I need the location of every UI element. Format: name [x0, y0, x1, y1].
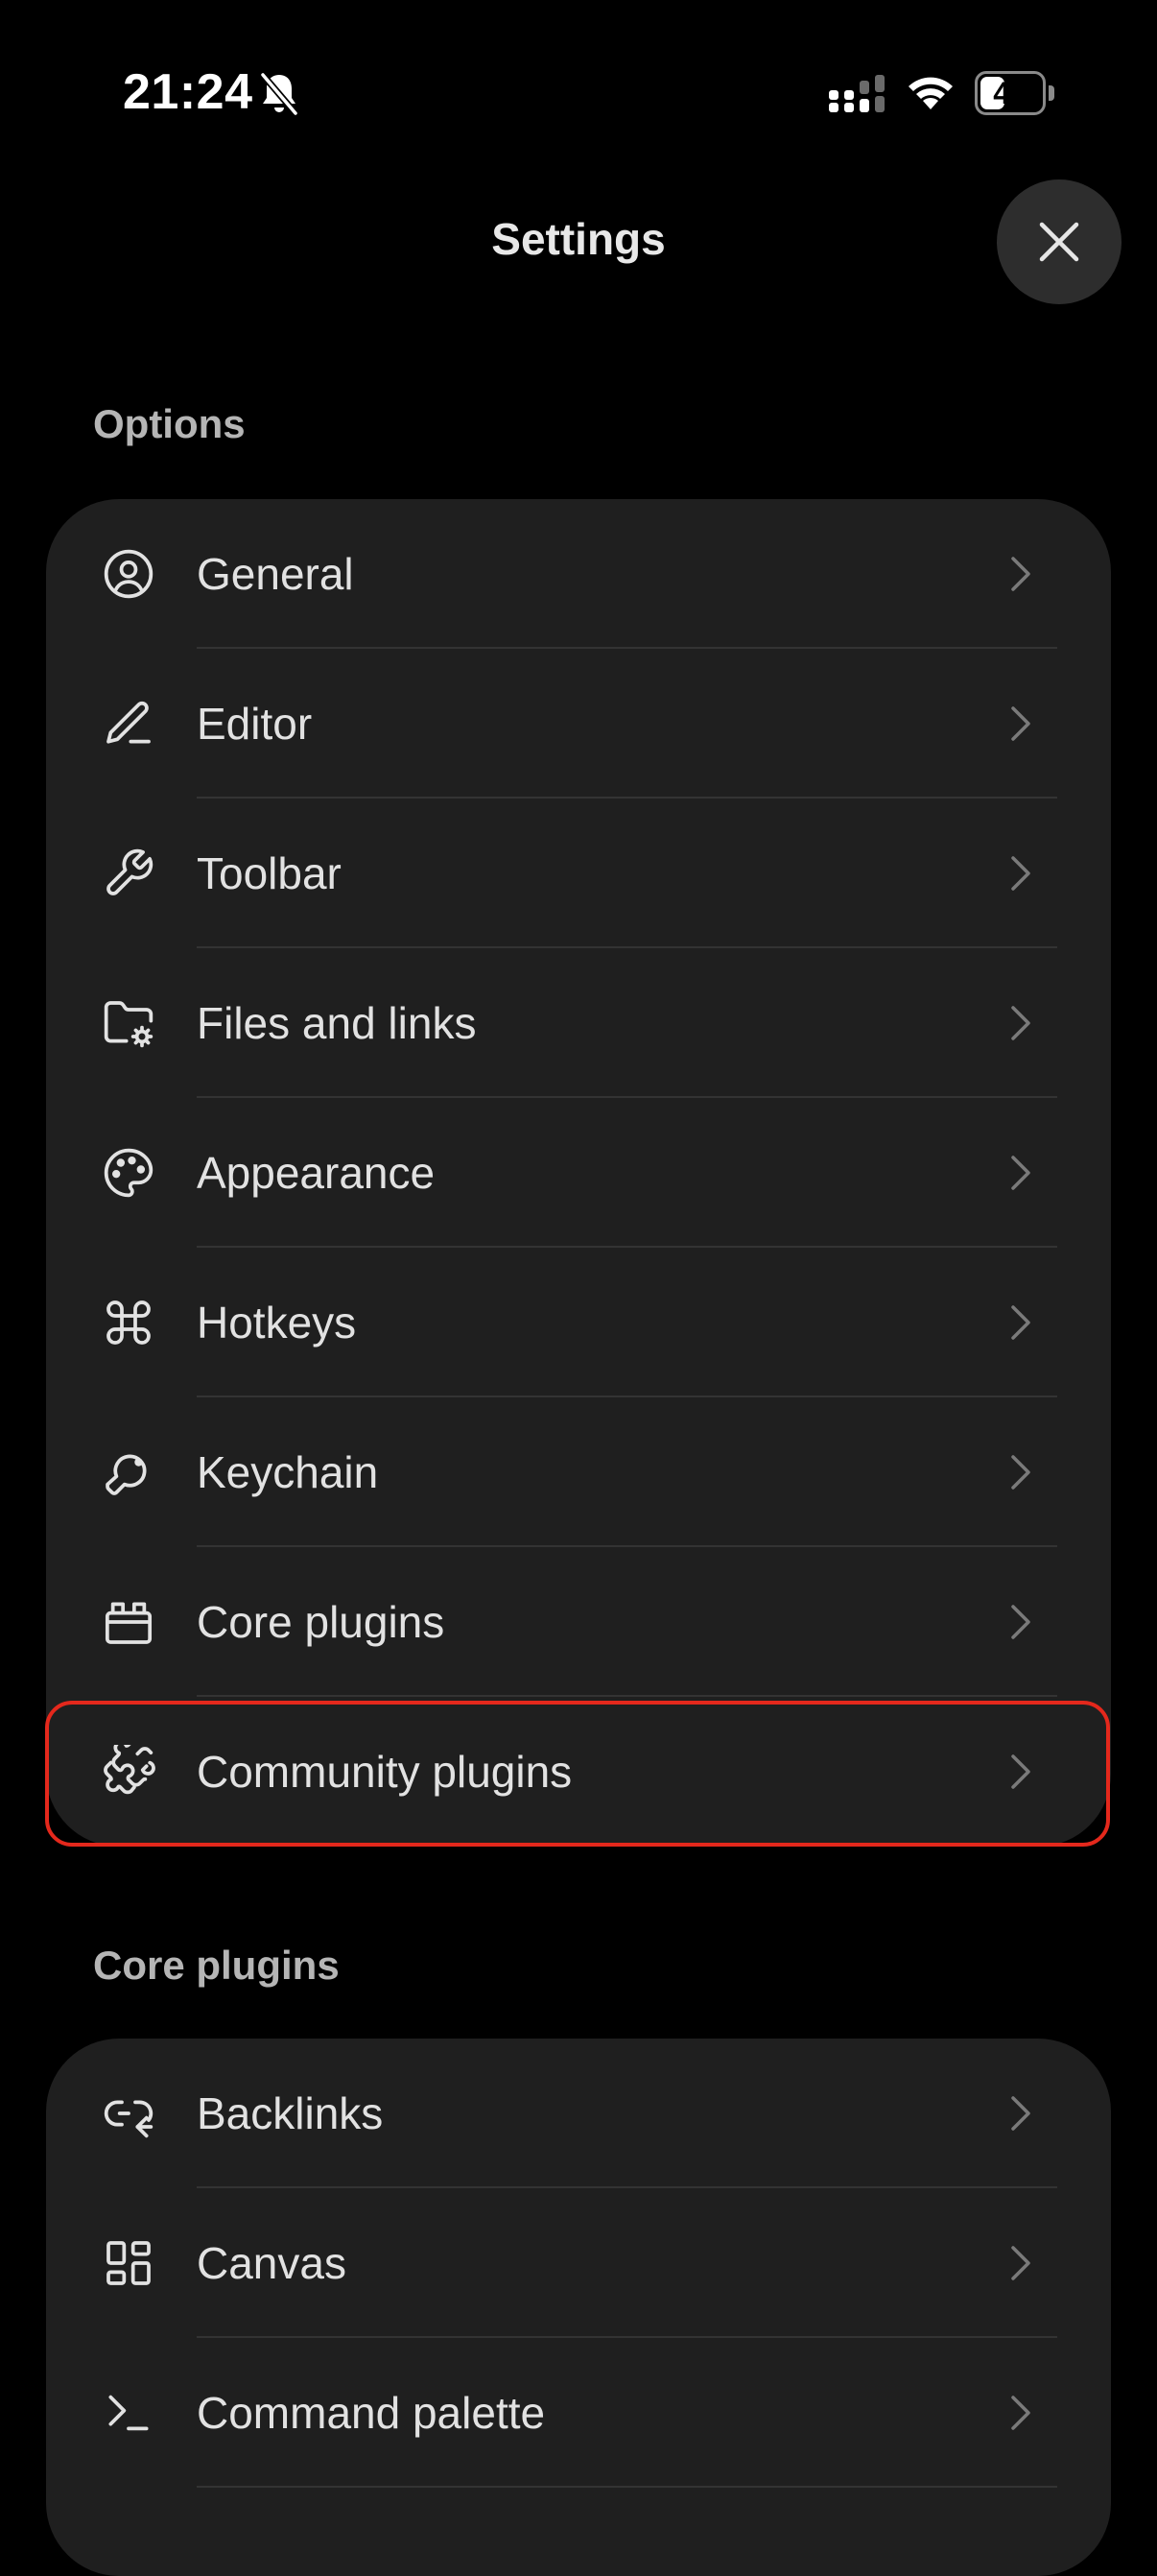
section-header-core-plugins: Core plugins — [93, 1943, 340, 1988]
settings-item-files-and-links[interactable]: Files and links — [46, 948, 1111, 1098]
wifi-icon — [909, 77, 953, 109]
settings-item-core-plugins[interactable]: Core plugins — [46, 1547, 1111, 1697]
battery-level: 40 — [993, 76, 1027, 110]
folder-cog-icon — [102, 996, 155, 1050]
chevron-right-icon — [1011, 706, 1030, 741]
link-back-icon — [102, 2087, 155, 2140]
settings-item-label: Editor — [197, 699, 313, 749]
settings-item-community-plugins[interactable]: Community plugins — [46, 1697, 1111, 1847]
briefcase-icon — [102, 1595, 155, 1649]
terminal-icon — [102, 2386, 155, 2440]
settings-item-label: General — [197, 549, 354, 599]
settings-item-general[interactable]: General — [46, 499, 1111, 649]
settings-item-label: Canvas — [197, 2238, 346, 2288]
palette-icon — [102, 1146, 155, 1200]
settings-item-label: Core plugins — [197, 1597, 445, 1647]
chevron-right-icon — [1011, 557, 1030, 591]
section-header-options: Options — [93, 401, 246, 446]
close-icon — [1039, 222, 1079, 262]
chevron-right-icon — [1011, 1754, 1030, 1789]
chevron-right-icon — [1011, 2096, 1030, 2131]
command-icon — [102, 1296, 155, 1349]
core-plugins-list: Backlinks Canvas Command palette — [46, 2039, 1111, 2576]
settings-item-label: Community plugins — [197, 1747, 573, 1797]
chevron-right-icon — [1011, 1156, 1030, 1190]
settings-item-label: Hotkeys — [197, 1298, 357, 1348]
chevron-right-icon — [1011, 2396, 1030, 2430]
settings-item-label: Toolbar — [197, 848, 342, 898]
status-bar: 21:24 40 — [0, 0, 1157, 192]
settings-item-label: Backlinks — [197, 2088, 384, 2138]
user-circle-icon — [102, 547, 155, 601]
chevron-right-icon — [1011, 2246, 1030, 2280]
divider — [197, 2486, 1057, 2488]
settings-item-keychain[interactable]: Keychain — [46, 1397, 1111, 1547]
settings-item-label: Command palette — [197, 2388, 546, 2438]
chevron-right-icon — [1011, 1455, 1030, 1490]
pencil-icon — [102, 697, 155, 751]
puzzle-icon — [102, 1745, 155, 1799]
settings-item-toolbar[interactable]: Toolbar — [46, 799, 1111, 948]
settings-item-editor[interactable]: Editor — [46, 649, 1111, 799]
settings-item-canvas[interactable]: Canvas — [46, 2188, 1111, 2338]
status-time: 21:24 — [123, 64, 253, 120]
battery-cap — [1049, 85, 1054, 101]
settings-item-command-palette[interactable]: Command palette — [46, 2338, 1111, 2488]
settings-item-hotkeys[interactable]: Hotkeys — [46, 1248, 1111, 1397]
options-list: General Editor Toolbar Files and links A… — [46, 499, 1111, 1847]
page-title: Settings — [491, 214, 666, 264]
close-button[interactable] — [997, 179, 1122, 304]
key-icon — [102, 1445, 155, 1499]
bell-slash-icon — [260, 72, 298, 116]
wrench-icon — [102, 847, 155, 900]
settings-item-label: Files and links — [197, 998, 477, 1048]
chevron-right-icon — [1011, 1605, 1030, 1639]
settings-item-label: Keychain — [197, 1447, 379, 1497]
chevron-right-icon — [1011, 1305, 1030, 1340]
cellular-signal-icon — [829, 75, 885, 112]
settings-item-label: Appearance — [197, 1148, 436, 1198]
chevron-right-icon — [1011, 1006, 1030, 1040]
settings-item-backlinks[interactable]: Backlinks — [46, 2039, 1111, 2188]
settings-item-appearance[interactable]: Appearance — [46, 1098, 1111, 1248]
layout-dashboard-icon — [102, 2236, 155, 2290]
battery-indicator: 40 — [975, 71, 1055, 115]
chevron-right-icon — [1011, 856, 1030, 891]
